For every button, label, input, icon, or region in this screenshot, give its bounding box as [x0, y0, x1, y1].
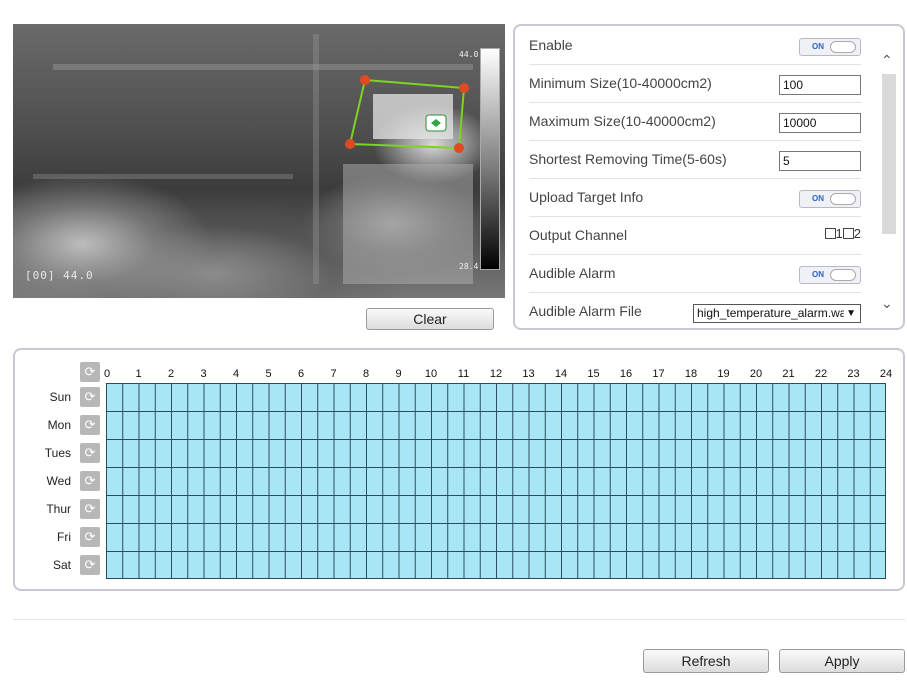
hour-label: 0	[104, 368, 111, 380]
day-label: Thur	[46, 502, 71, 516]
hour-label: 11	[457, 368, 470, 380]
upload-target-toggle[interactable]: ON	[799, 190, 861, 208]
channel-2-label: 2	[853, 226, 861, 241]
audible-alarm-label: Audible Alarm	[529, 265, 616, 281]
hour-label: 7	[330, 368, 337, 380]
toggle-knob	[830, 193, 856, 205]
alarm-file-label: Audible Alarm File	[529, 303, 642, 319]
apply-button[interactable]: Apply	[779, 649, 905, 673]
toggle-state-label: ON	[812, 42, 824, 51]
removing-time-row: Shortest Removing Time(5-60s)	[529, 141, 861, 179]
hour-label: 23	[847, 368, 860, 380]
footer-divider	[13, 619, 905, 620]
temperature-scale-bar	[480, 48, 500, 270]
enable-toggle[interactable]: ON	[799, 38, 861, 56]
max-size-label: Maximum Size(10-40000cm2)	[529, 113, 716, 129]
hour-label: 13	[522, 368, 535, 380]
channel-2-checkbox[interactable]	[842, 228, 854, 239]
region-handle[interactable]	[454, 143, 464, 153]
hour-label: 6	[297, 368, 305, 380]
audible-alarm-toggle[interactable]: ON	[799, 266, 861, 284]
settings-list: Enable ON Minimum Size(10-40000cm2) Maxi…	[529, 27, 861, 328]
settings-scrollbar[interactable]: ⌃ ⌄	[879, 48, 897, 318]
day-label: Sun	[49, 390, 71, 404]
output-channel-row: Output Channel 12	[529, 217, 861, 255]
hour-label: 9	[395, 368, 402, 380]
copy-day-schedule-icon[interactable]: ⟳	[80, 471, 100, 491]
upload-target-row: Upload Target Info ON	[529, 179, 861, 217]
hour-label: 5	[265, 368, 272, 380]
removing-time-input[interactable]	[779, 151, 861, 171]
osd-temperature-readout: [00] 44.0	[25, 269, 94, 282]
scale-min-label: 28.4	[459, 262, 479, 271]
copy-day-schedule-icon[interactable]: ⟳	[80, 387, 100, 407]
schedule-grid[interactable]	[106, 383, 886, 579]
alarm-file-value: high_temperature_alarm.wav	[697, 306, 853, 320]
min-size-input[interactable]	[779, 75, 861, 95]
copy-day-schedule-icon[interactable]: ⟳	[80, 443, 100, 463]
copy-day-schedule-icon[interactable]: ⟳	[80, 499, 100, 519]
copy-day-schedule-icon[interactable]: ⟳	[80, 527, 100, 547]
hour-label: 16	[619, 368, 633, 380]
upload-target-label: Upload Target Info	[529, 189, 644, 205]
day-label: Fri	[57, 530, 71, 544]
refresh-button[interactable]: Refresh	[643, 649, 769, 673]
arming-schedule: ⟳ 0 1 2 3 4 5 6 7 8 9 10 11 12 13 14 15 16 17 18 19 20 21 22 23…	[13, 348, 905, 591]
enable-label: Enable	[529, 37, 573, 53]
enable-row: Enable ON	[529, 27, 861, 65]
hour-label: 20	[749, 368, 763, 380]
hour-label: 4	[232, 368, 240, 380]
channel-1-label: 1	[835, 226, 843, 241]
channel-1-checkbox[interactable]	[824, 228, 836, 239]
region-handle[interactable]	[345, 139, 355, 149]
hour-label: 18	[684, 368, 698, 380]
max-size-row: Maximum Size(10-40000cm2)	[529, 103, 861, 141]
day-label: Wed	[46, 474, 71, 488]
clear-button[interactable]: Clear	[366, 308, 494, 330]
hour-label: 10	[424, 368, 438, 380]
settings-panel: Enable ON Minimum Size(10-40000cm2) Maxi…	[513, 24, 905, 330]
scale-max-label: 44.0	[459, 50, 479, 59]
copy-day-schedule-icon[interactable]: ⟳	[80, 555, 100, 575]
hour-label: 1	[135, 368, 142, 380]
hour-label: 22	[814, 368, 828, 380]
hour-label: 3	[200, 368, 207, 380]
copy-schedule-icon[interactable]: ⟳	[80, 362, 100, 382]
output-channel-label: Output Channel	[529, 227, 628, 243]
hour-label: 17	[652, 368, 665, 380]
region-handle[interactable]	[459, 83, 469, 93]
scrollbar-thumb[interactable]	[882, 74, 896, 234]
min-size-row: Minimum Size(10-40000cm2)	[529, 65, 861, 103]
output-channel-checkboxes: 12	[824, 226, 861, 241]
day-label: Sat	[52, 558, 71, 572]
chevron-up-icon[interactable]: ⌃	[881, 52, 893, 69]
hour-label: 21	[782, 368, 795, 380]
audible-alarm-row: Audible Alarm ON	[529, 255, 861, 293]
removing-time-label: Shortest Removing Time(5-60s)	[529, 151, 727, 167]
region-handle[interactable]	[360, 75, 370, 85]
toggle-knob	[830, 269, 856, 281]
hour-label: 15	[587, 368, 600, 380]
toggle-state-label: ON	[812, 194, 824, 203]
hour-label: 24	[879, 368, 893, 380]
toggle-knob	[830, 41, 856, 53]
copy-day-schedule-icon[interactable]: ⟳	[80, 415, 100, 435]
chevron-down-icon[interactable]: ⌄	[881, 295, 893, 312]
thermal-preview[interactable]: 44.0 28.4 [00] 44.0	[13, 24, 505, 298]
detection-region-overlay[interactable]	[13, 24, 505, 298]
hour-label: 2	[167, 368, 175, 380]
hour-label: 19	[717, 368, 730, 380]
hour-label: 8	[362, 368, 370, 380]
max-size-input[interactable]	[779, 113, 861, 133]
dropdown-arrow-icon: ▼	[844, 305, 856, 322]
min-size-label: Minimum Size(10-40000cm2)	[529, 75, 712, 91]
hour-label: 14	[554, 368, 568, 380]
hour-label: 12	[489, 368, 503, 380]
day-label: Tues	[44, 446, 71, 460]
alarm-file-select[interactable]: high_temperature_alarm.wav ▼	[693, 304, 861, 323]
day-label: Mon	[47, 418, 71, 432]
alarm-file-row: Audible Alarm File high_temperature_alar…	[529, 293, 861, 328]
toggle-state-label: ON	[812, 270, 824, 279]
